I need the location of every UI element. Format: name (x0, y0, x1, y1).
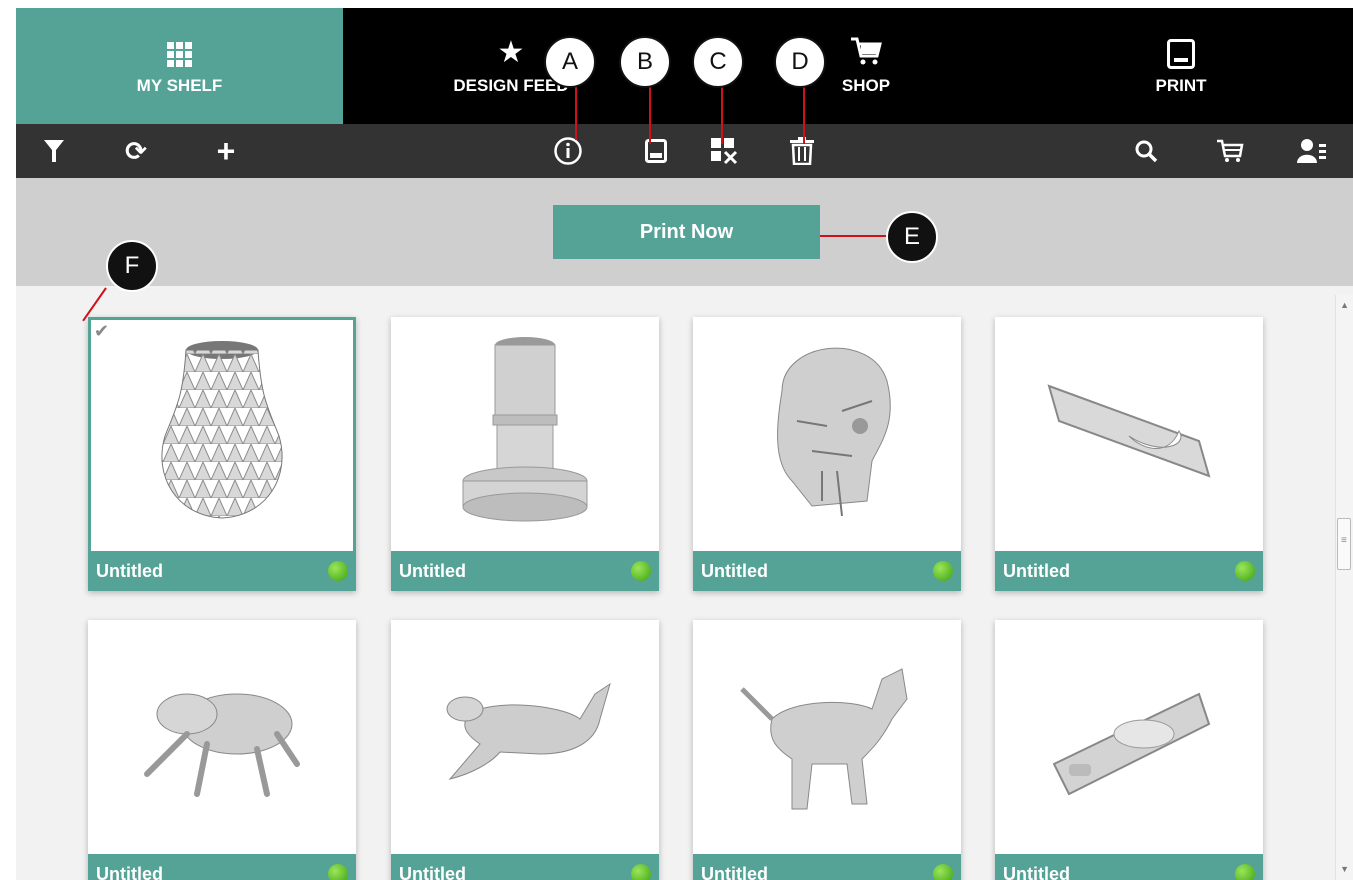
info-button[interactable] (548, 124, 588, 178)
top-navigation: MY SHELF ★ DESIGN FEED SHOP PRINT (16, 8, 1353, 124)
action-band: Print Now (16, 178, 1353, 286)
add-button[interactable]: + (206, 124, 246, 178)
item-title-text: Untitled (399, 561, 466, 581)
item-title-text: Untitled (96, 864, 163, 880)
item-title-text: Untitled (1003, 864, 1070, 880)
item-title: Untitled (693, 854, 961, 880)
item-title-text: Untitled (701, 561, 768, 581)
status-dot-icon (328, 561, 348, 581)
shelf-item[interactable]: Untitled (995, 620, 1263, 880)
item-title: Untitled (88, 551, 356, 591)
sync-icon: ⟳ (125, 135, 147, 166)
print-now-button[interactable]: Print Now (553, 205, 820, 259)
shelf-item[interactable]: Untitled (88, 620, 356, 880)
item-title: Untitled (88, 854, 356, 880)
app-window: MY SHELF ★ DESIGN FEED SHOP PRINT ⟳ + Pr… (0, 0, 1353, 880)
save-button[interactable] (636, 124, 676, 178)
shelf-item[interactable]: Untitled (391, 317, 659, 591)
tab-my-shelf-label: MY SHELF (136, 76, 223, 95)
item-title-text: Untitled (399, 864, 466, 880)
account-button[interactable] (1292, 124, 1332, 178)
model-thumbnail-bull (391, 620, 659, 848)
toolbar: ⟳ + (16, 124, 1353, 178)
grid-icon (16, 36, 343, 70)
filter-button[interactable] (34, 124, 74, 178)
shelf-item[interactable]: Untitled (391, 620, 659, 880)
status-dot-icon (933, 864, 953, 880)
status-dot-icon (328, 864, 348, 880)
remove-from-shelf-button[interactable] (704, 124, 744, 178)
callout-d: D (774, 36, 826, 88)
shelf-item[interactable]: ✔ Untitled (88, 317, 356, 591)
delete-button[interactable] (782, 124, 822, 178)
item-title: Untitled (391, 854, 659, 880)
item-title-text: Untitled (1003, 561, 1070, 581)
shelf-item[interactable]: Untitled (995, 317, 1263, 591)
trash-icon (790, 137, 814, 165)
search-button[interactable] (1126, 124, 1166, 178)
status-dot-icon (631, 864, 651, 880)
model-thumbnail-dog (693, 620, 961, 848)
shelf-item[interactable]: Untitled (693, 317, 961, 591)
info-icon (554, 137, 582, 165)
callout-f: F (106, 240, 158, 292)
remove-icon (711, 138, 738, 165)
callout-c: C (692, 36, 744, 88)
model-thumbnail-cylinder (391, 317, 659, 545)
scroll-down-arrow-icon[interactable]: ▼ (1340, 864, 1349, 874)
tab-my-shelf[interactable]: MY SHELF (16, 8, 343, 124)
scroll-up-arrow-icon[interactable]: ▲ (1340, 300, 1349, 310)
item-title: Untitled (995, 551, 1263, 591)
filter-icon (44, 140, 64, 162)
tab-print-label: PRINT (1155, 76, 1207, 95)
status-dot-icon (933, 561, 953, 581)
callout-b: B (619, 36, 671, 88)
tab-shop-label: SHOP (841, 76, 891, 95)
model-thumbnail-phone-case (995, 317, 1263, 545)
item-title-text: Untitled (96, 561, 163, 581)
callout-a: A (544, 36, 596, 88)
status-dot-icon (631, 561, 651, 581)
printer-icon (1056, 36, 1306, 70)
callout-leader (820, 235, 890, 237)
item-title-text: Untitled (701, 864, 768, 880)
cart-icon (1217, 139, 1244, 162)
model-thumbnail-phone-case (995, 620, 1263, 848)
shelf-grid: ✔ Untitled Untitled Untitled Untitled Un… (16, 286, 1353, 880)
item-title: Untitled (693, 551, 961, 591)
scrollbar-thumb[interactable] (1337, 518, 1351, 570)
item-title: Untitled (391, 551, 659, 591)
tab-design-feed-label: DESIGN FEED (453, 76, 569, 95)
model-thumbnail-vase (88, 317, 356, 545)
search-icon (1135, 140, 1158, 163)
model-thumbnail-frog (88, 620, 356, 848)
callout-e: E (886, 211, 938, 263)
model-thumbnail-robot-skull (693, 317, 961, 545)
account-icon (1297, 139, 1326, 163)
tab-print[interactable]: PRINT (1056, 8, 1306, 124)
item-title: Untitled (995, 854, 1263, 880)
vertical-scrollbar[interactable] (1335, 295, 1353, 880)
status-dot-icon (1235, 561, 1255, 581)
status-dot-icon (1235, 864, 1255, 880)
shelf-item[interactable]: Untitled (693, 620, 961, 880)
sync-button[interactable]: ⟳ (116, 124, 156, 178)
cart-button[interactable] (1210, 124, 1250, 178)
add-icon: + (216, 132, 236, 169)
